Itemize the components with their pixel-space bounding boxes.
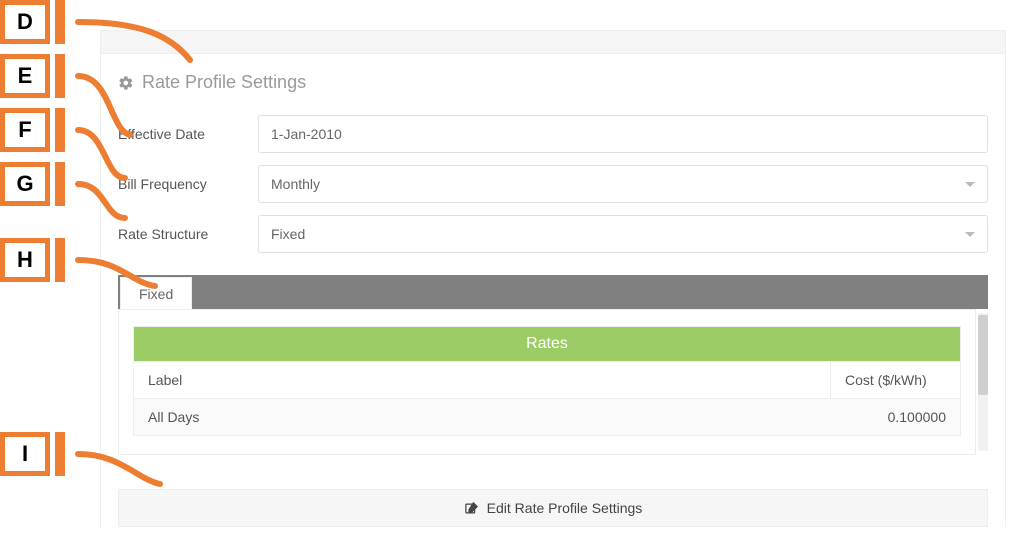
table-row: All Days 0.100000 <box>134 399 960 435</box>
callout-i: I <box>0 432 50 476</box>
label-effective-date: Effective Date <box>118 126 258 142</box>
tab-fixed[interactable]: Fixed <box>120 277 192 309</box>
row-rate-structure: Rate Structure Fixed <box>118 215 988 253</box>
callout-i-label: I <box>22 441 28 467</box>
callout-d-label: D <box>17 9 33 35</box>
callout-f-label: F <box>18 117 31 143</box>
label-bill-frequency: Bill Frequency <box>118 176 258 192</box>
callout-i-bar <box>55 432 65 476</box>
rates-header-label: Label <box>134 362 830 398</box>
select-bill-frequency[interactable]: Monthly <box>258 165 988 203</box>
callout-f: F <box>0 108 50 152</box>
chevron-down-icon <box>965 182 975 187</box>
edit-rate-profile-button[interactable]: Edit Rate Profile Settings <box>118 489 988 527</box>
rates-row-label: All Days <box>134 399 830 435</box>
rates-title: Rates <box>134 327 960 361</box>
callout-f-bar <box>55 108 65 152</box>
select-bill-frequency-value: Monthly <box>271 176 320 192</box>
section-title-text: Rate Profile Settings <box>142 72 306 93</box>
callout-d: D <box>0 0 50 44</box>
callout-h: H <box>0 238 50 282</box>
callout-g-bar <box>55 162 65 206</box>
input-effective-date[interactable]: 1-Jan-2010 <box>258 115 988 153</box>
panel-header-strip <box>100 30 1006 54</box>
settings-panel: Rate Profile Settings Effective Date 1-J… <box>100 30 1006 527</box>
callout-e-label: E <box>18 63 33 89</box>
row-effective-date: Effective Date 1-Jan-2010 <box>118 115 988 153</box>
scrollbar-thumb[interactable] <box>978 315 988 395</box>
input-effective-date-value: 1-Jan-2010 <box>271 126 342 142</box>
row-bill-frequency: Bill Frequency Monthly <box>118 165 988 203</box>
pencil-square-icon <box>464 501 479 516</box>
select-rate-structure[interactable]: Fixed <box>258 215 988 253</box>
tab-strip: Fixed <box>118 275 988 309</box>
gear-icon <box>118 75 134 91</box>
rates-row-cost: 0.100000 <box>830 399 960 435</box>
section-title: Rate Profile Settings <box>118 72 988 93</box>
chevron-down-icon <box>965 232 975 237</box>
callout-h-bar <box>55 238 65 282</box>
callout-g: G <box>0 162 50 206</box>
select-rate-structure-value: Fixed <box>271 226 305 242</box>
tab-content-fixed: Rates Label Cost ($/kWh) All Days 0.1000… <box>118 309 976 455</box>
tab-fixed-label: Fixed <box>139 286 173 302</box>
callout-e-bar <box>55 54 65 98</box>
rates-header-row: Label Cost ($/kWh) <box>134 361 960 399</box>
rates-header-cost: Cost ($/kWh) <box>830 362 960 398</box>
callout-d-bar <box>55 0 65 44</box>
callout-e: E <box>0 54 50 98</box>
callout-g-label: G <box>16 171 33 197</box>
callout-h-label: H <box>17 247 33 273</box>
label-rate-structure: Rate Structure <box>118 226 258 242</box>
rates-table: Rates Label Cost ($/kWh) All Days 0.1000… <box>133 326 961 436</box>
scrollbar[interactable] <box>978 313 988 451</box>
edit-button-label: Edit Rate Profile Settings <box>487 500 643 516</box>
